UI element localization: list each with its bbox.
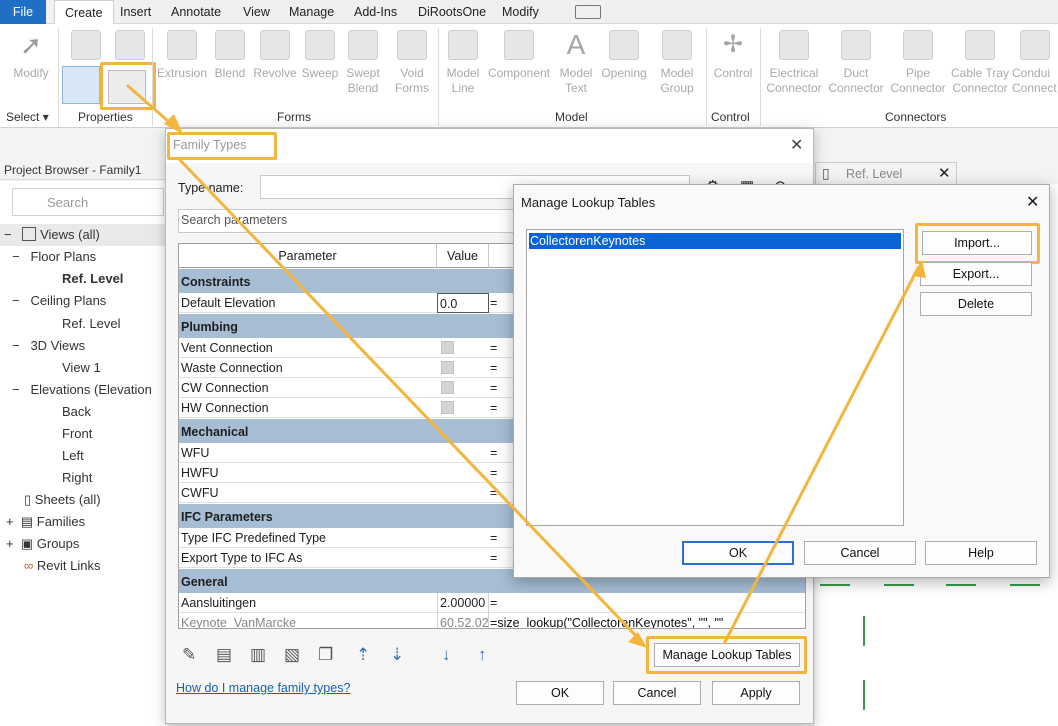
annotation-arrows xyxy=(126,84,926,648)
